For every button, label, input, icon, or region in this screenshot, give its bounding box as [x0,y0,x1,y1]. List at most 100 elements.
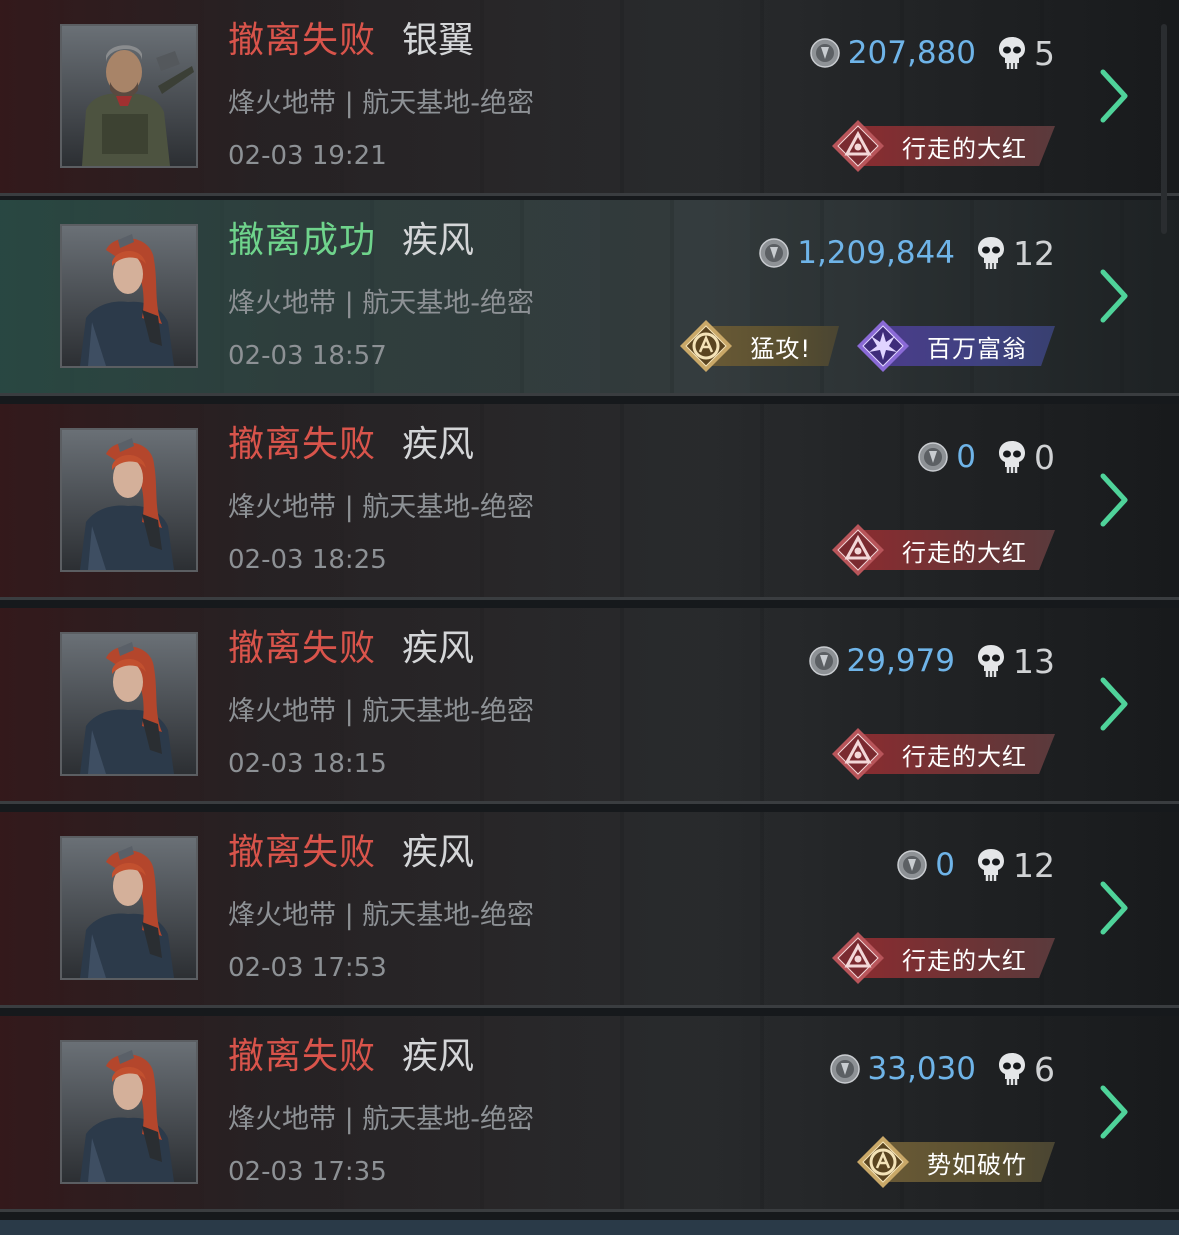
operator-avatar [60,632,198,776]
match-stats: 1,209,844 12 [759,232,1055,274]
skull-icon [999,441,1025,473]
achievement-badges: 猛攻! 百万富翁 [678,318,1055,374]
operator-name: 疾风 [402,1036,475,1077]
extraction-status: 撤离失败 [228,832,377,873]
match-timestamp: 02-03 17:53 [228,953,387,983]
chevron-right-icon[interactable] [1099,268,1129,324]
burst-emblem-icon [857,320,909,372]
extracted-value: 1,209,844 [797,235,955,271]
match-stats: 207,880 5 [810,32,1055,74]
match-stats: 0 12 [897,844,1055,886]
match-record-row[interactable]: 撤离成功 疾风烽火地带 | 航天基地-绝密 02-03 18:57 1,209,844… [0,200,1179,396]
match-stats: 29,979 13 [808,640,1055,682]
extraction-status: 撤离失败 [228,20,377,61]
kill-count: 6 [1034,1049,1055,1089]
operator-portrait-icon [62,430,196,570]
chevron-right-icon[interactable] [1099,68,1129,124]
skull-icon [978,849,1004,881]
coin-icon [808,646,839,676]
extraction-status: 撤离失败 [228,1036,377,1077]
skull-icon [978,645,1004,677]
operator-portrait-icon [62,26,196,166]
chevron-right-icon[interactable] [1099,472,1129,528]
coin-icon [897,850,928,880]
extracted-value: 33,030 [867,1051,976,1087]
triangle-emblem-icon [832,932,884,984]
skull-icon [999,1053,1025,1085]
achievement-badge: 行走的大红 [830,726,1055,782]
match-stats: 00 [918,436,1055,478]
match-stats: 33,030 6 [829,1048,1055,1090]
match-timestamp: 02-03 18:25 [228,545,387,575]
charge-emblem-icon [680,320,733,372]
match-timestamp: 02-03 18:15 [228,749,387,779]
match-timestamp: 02-03 17:35 [228,1157,387,1187]
chevron-right-icon[interactable] [1099,676,1129,732]
operator-avatar [60,24,198,168]
match-record-row[interactable]: 撤离失败 疾风 烽火地带 | 航天基地-绝密 02-03 18:25 0 0 行走的大红 [0,404,1179,600]
achievement-badges: 行走的大红 [830,930,1055,986]
match-record-row[interactable]: 撤离失败 银翼烽火地带 | 航天基地-绝密 02-03 19:21 207,880 5 行… [0,0,1179,196]
kill-count: 13 [1013,641,1055,681]
scrollbar[interactable] [1161,24,1167,234]
match-history-list: 撤离失败 银翼 烽火地带 | 航天基地-绝密 02-03 19:21 207,880 5 行… [0,0,1179,1235]
achievement-badge: 猛攻! [678,318,839,374]
operator-portrait-icon [62,838,196,978]
match-record-row[interactable]: 撤离失败 疾风烽火地带 | 航天基地-绝密 02-03 17:35 33,030 6 势如… [0,1016,1179,1212]
extraction-status: 撤离成功 [228,220,377,261]
map-mode-label: 烽火地带 | 航天基地-绝密 [228,696,535,727]
match-record-row[interactable]: 撤离失败 疾风烽火地带 | 航天基地-绝密 02-03 18:15 29,979 13 行… [0,608,1179,804]
operator-avatar [60,224,198,368]
extracted-value: 207,880 [847,35,976,71]
operator-portrait-icon [62,1042,196,1182]
skull-icon [978,237,1004,269]
chevron-right-icon[interactable] [1099,1084,1129,1140]
operator-portrait-icon [62,634,196,774]
achievement-badge: 势如破竹 [855,1134,1055,1190]
match-timestamp: 02-03 18:57 [228,341,387,371]
operator-name: 银翼 [402,20,475,61]
chevron-right-icon[interactable] [1099,880,1129,936]
achievement-badge: 行走的大红 [830,522,1055,578]
map-mode-label: 烽火地带 | 航天基地-绝密 [228,900,535,931]
kill-count: 5 [1034,33,1055,73]
extracted-value: 29,979 [846,643,955,679]
coin-icon [829,1054,860,1084]
charge-emblem-icon [857,1136,909,1188]
achievement-badges: 行走的大红 [830,522,1055,578]
coin-icon [810,38,840,68]
skull-icon [999,37,1025,69]
operator-avatar [60,428,198,572]
triangle-emblem-icon [832,120,884,172]
map-mode-label: 烽火地带 | 航天基地-绝密 [228,88,535,119]
match-timestamp: 02-03 19:21 [228,141,387,171]
operator-avatar [60,836,198,980]
achievement-badges: 行走的大红 [830,726,1055,782]
operator-avatar [60,1040,198,1184]
achievement-badges: 势如破竹 [855,1134,1055,1190]
achievement-badge: 行走的大红 [830,118,1055,174]
triangle-emblem-icon [832,728,884,780]
kill-count: 12 [1013,845,1055,885]
triangle-emblem-icon [832,524,884,576]
map-mode-label: 烽火地带 | 航天基地-绝密 [228,288,535,319]
extraction-status: 撤离失败 [228,628,377,669]
kill-count: 12 [1013,233,1055,273]
operator-name: 疾风 [402,424,475,465]
next-row-edge [0,1220,1179,1235]
map-mode-label: 烽火地带 | 航天基地-绝密 [228,1104,535,1135]
extraction-status: 撤离失败 [228,424,377,465]
operator-name: 疾风 [402,628,475,669]
kill-count: 0 [1034,437,1055,477]
coin-icon [759,238,789,268]
achievement-badge: 百万富翁 [855,318,1055,374]
extracted-value: 0 [956,439,976,475]
achievement-badges: 行走的大红 [830,118,1055,174]
achievement-badge: 行走的大红 [830,930,1055,986]
map-mode-label: 烽火地带 | 航天基地-绝密 [228,492,535,523]
operator-portrait-icon [62,226,196,366]
coin-icon [918,442,949,472]
operator-name: 疾风 [402,220,475,261]
extracted-value: 0 [935,847,955,883]
match-record-row[interactable]: 撤离失败 疾风 烽火地带 | 航天基地-绝密 02-03 17:53 0 12 行走的大红 [0,812,1179,1008]
